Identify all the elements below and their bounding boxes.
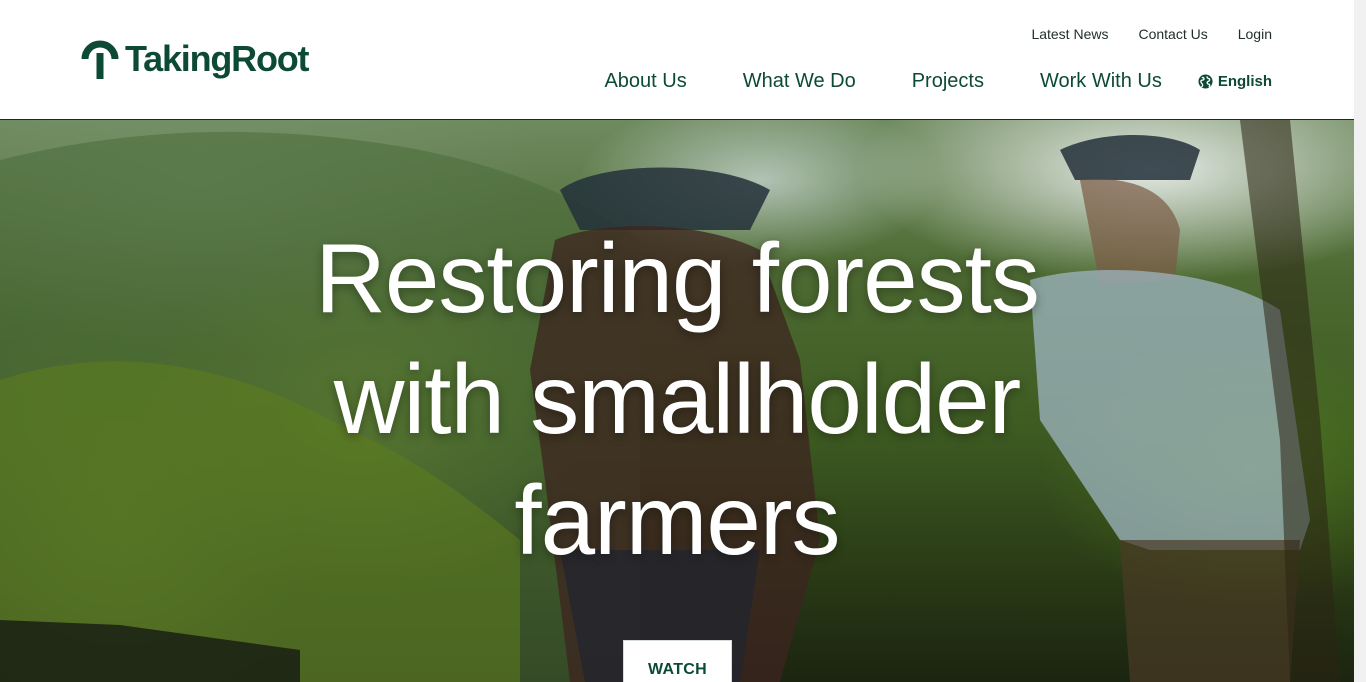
util-nav-contact-us[interactable]: Contact Us [1138,26,1207,42]
hero-title: Restoring forests with smallholder farme… [315,223,1040,575]
site-logo[interactable]: TakingRoot [81,33,310,85]
watch-button[interactable]: WATCH [623,640,732,682]
main-nav: About Us What We Do Projects Work With U… [604,70,1272,93]
page-scrollbar[interactable] [1354,0,1366,682]
util-nav-latest-news[interactable]: Latest News [1031,26,1108,42]
site-header: TakingRoot Latest News Contact Us Login … [0,0,1354,120]
utility-nav: Latest News Contact Us Login [1031,26,1272,42]
nav-projects[interactable]: Projects [912,70,984,93]
logo-wordmark: TakingRoot [125,38,310,79]
nav-about-us[interactable]: About Us [604,70,686,93]
language-selector[interactable]: English [1198,73,1272,90]
hero-section: Restoring forests with smallholder farme… [0,120,1354,682]
nav-work-with-us[interactable]: Work With Us [1040,70,1162,93]
logo-mark-icon [81,40,119,79]
util-nav-login[interactable]: Login [1238,26,1272,42]
language-label: English [1217,73,1272,90]
nav-what-we-do[interactable]: What We Do [743,70,856,93]
globe-icon [1198,74,1213,89]
